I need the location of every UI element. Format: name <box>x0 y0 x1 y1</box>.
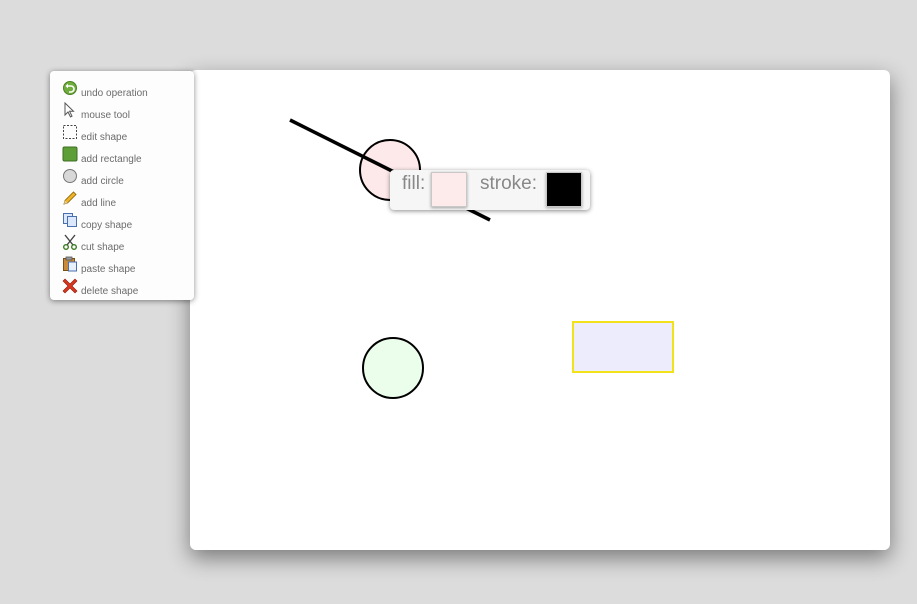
tool-label: delete shape <box>81 285 139 297</box>
delete-shape-button[interactable]: delete shape <box>62 278 190 299</box>
edit-shape-button[interactable]: edit shape <box>62 125 190 145</box>
color-picker-popup: fill: stroke: <box>390 170 590 210</box>
copy-shape-button[interactable]: copy shape <box>62 213 190 233</box>
add-circle-button[interactable]: add circle <box>62 169 190 189</box>
red-x-icon <box>62 278 78 294</box>
cursor-arrow-icon <box>62 101 78 118</box>
copy-icon <box>62 212 78 228</box>
tool-label: add circle <box>81 175 124 187</box>
tool-label: undo operation <box>81 87 148 99</box>
undo-operation-button[interactable]: undo operation <box>62 81 190 101</box>
rectangle-shape[interactable] <box>572 321 674 373</box>
paste-shape-button[interactable]: paste shape <box>62 256 190 277</box>
mouse-tool-button[interactable]: mouse tool <box>62 101 190 123</box>
add-rectangle-button[interactable]: add rectangle <box>62 146 190 167</box>
tool-palette: undo operation mouse tool edit shape add… <box>50 71 194 300</box>
tool-label: add rectangle <box>81 153 142 165</box>
canvas-svg[interactable] <box>190 70 890 550</box>
tool-label: copy shape <box>81 219 133 231</box>
fill-label: fill: <box>402 173 426 194</box>
pencil-icon <box>62 190 78 206</box>
clipboard-icon <box>62 256 78 272</box>
stroke-color-swatch[interactable] <box>546 172 582 207</box>
fill-color-swatch[interactable] <box>431 172 467 207</box>
tool-label: paste shape <box>81 263 136 275</box>
drawing-canvas[interactable] <box>190 70 890 550</box>
cut-shape-button[interactable]: cut shape <box>62 234 190 255</box>
undo-icon <box>62 80 78 96</box>
dashed-select-icon <box>62 124 78 140</box>
tool-label: add line <box>81 197 117 209</box>
scissors-icon <box>62 234 78 250</box>
circle-shape[interactable] <box>362 337 424 399</box>
tool-label: cut shape <box>81 241 125 253</box>
tool-label: edit shape <box>81 131 128 143</box>
tool-label: mouse tool <box>81 109 130 121</box>
gray-circle-icon <box>62 168 78 184</box>
green-square-icon <box>62 146 78 162</box>
add-line-button[interactable]: add line <box>62 191 190 211</box>
stroke-label: stroke: <box>480 173 538 194</box>
